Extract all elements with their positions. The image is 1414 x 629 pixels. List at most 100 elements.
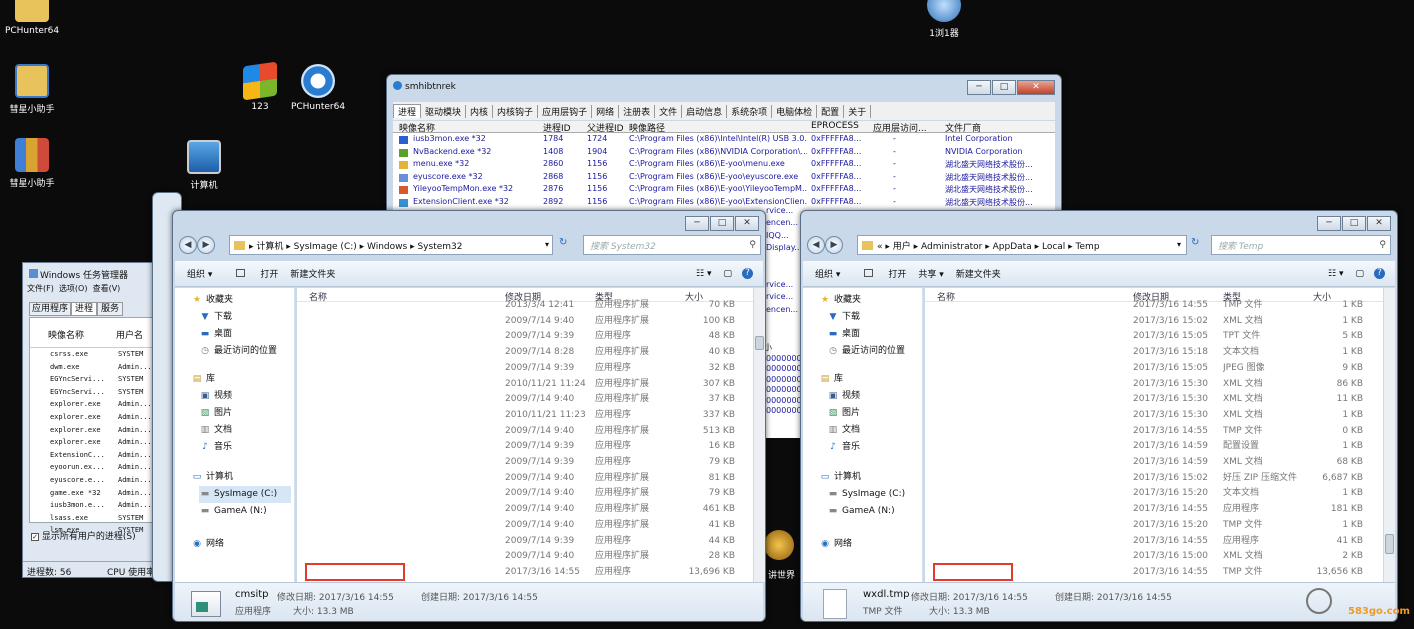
- nav-item[interactable]: ▣ 视频: [199, 388, 291, 405]
- nav-item[interactable]: ▤ 库: [191, 371, 291, 388]
- column-header[interactable]: 进程ID: [543, 121, 571, 134]
- tab-applications[interactable]: 应用程序: [29, 302, 72, 316]
- column-header[interactable]: 映像名称: [399, 121, 435, 134]
- nav-item[interactable]: ▥ 文档: [827, 422, 919, 439]
- organize-button[interactable]: 组织 ▾: [815, 267, 840, 280]
- desktop-icon-helper-archive[interactable]: 彗星小助手: [0, 138, 68, 189]
- nav-item[interactable]: ◷ 最近访问的位置: [199, 343, 291, 360]
- file-row[interactable]: cmlua.dll2009/7/14 9:40应用程序扩展41 KB: [297, 517, 753, 533]
- file-row[interactable]: wxdl.tmp2017/3/16 14:55TMP 文件13,656 KB: [925, 562, 1383, 581]
- maximize-button[interactable]: □: [1342, 216, 1366, 231]
- pchunter-tab[interactable]: 系统杂项: [727, 104, 773, 118]
- file-row[interactable]: J]$4NYHN{YD5YT2XEOQUQND2017/3/16 15:30XM…: [925, 407, 1383, 423]
- nav-item[interactable]: ▬ GameA (N:): [199, 503, 291, 520]
- pchunter-tab[interactable]: 启动信息: [682, 104, 728, 118]
- new-folder-button[interactable]: 新建文件夹: [290, 267, 335, 280]
- file-row[interactable]: QDW4H%F6_VD5)08_GARX46J2017/3/16 14:59XM…: [925, 454, 1383, 470]
- minimize-button[interactable]: ─: [685, 216, 709, 231]
- breadcrumb-separator-icon[interactable]: ▸: [883, 242, 893, 252]
- file-row[interactable]: PubwinClient2017/3/16 14:59配置设置1 KB: [925, 438, 1383, 454]
- process-row[interactable]: NvBackend.exe *32 1408 1904 C:\Program File…: [393, 147, 1055, 160]
- pchunter-tab[interactable]: 配置: [817, 104, 845, 118]
- file-row[interactable]: TaUKdY2017/3/16 14:55应用程序181 KB: [925, 501, 1383, 517]
- file-row[interactable]: cmifw.dll2009/7/14 9:40应用程序扩展79 KB: [297, 485, 753, 501]
- process-row[interactable]: iusb3mon.exe *32 1784 1724 C:\Program Files…: [393, 134, 1055, 147]
- process-row[interactable]: eyuscore.exe *32 2868 1156 C:\Program Files…: [393, 172, 1055, 185]
- open-button[interactable]: 打开: [852, 267, 906, 280]
- nav-item[interactable]: ▭ 计算机: [819, 469, 919, 486]
- file-row[interactable]: cliconfg.dll2009/7/14 9:40应用程序扩展100 KB: [297, 313, 753, 329]
- pchunter-tab[interactable]: 关于: [844, 104, 872, 118]
- file-row[interactable]: clusapi.dll2010/11/21 11:24应用程序扩展307 KB: [297, 376, 753, 392]
- nav-item[interactable]: ▥ 文档: [199, 422, 291, 439]
- file-row[interactable]: uopx2017/3/16 14:55应用程序41 KB: [925, 533, 1383, 549]
- close-button[interactable]: ✕: [1367, 216, 1391, 231]
- scrollbar[interactable]: [1383, 288, 1395, 582]
- help-icon[interactable]: ?: [742, 268, 753, 279]
- minimize-button[interactable]: ─: [967, 80, 991, 95]
- file-row[interactable]: B)AF)TEVITN{%52E)H~K[`C2017/3/16 15:02XM…: [925, 313, 1383, 329]
- breadcrumb-item[interactable]: Windows: [367, 242, 407, 252]
- nav-item[interactable]: ▬ SysImage (C:): [199, 486, 291, 503]
- process-row[interactable]: ExtensionClient.exe *32 2892 1156 C:\Progra…: [393, 197, 1055, 210]
- file-row[interactable]: TADInstaller.log2017/3/16 15:20文本文档1 KB: [925, 485, 1383, 501]
- scrollbar[interactable]: [753, 288, 765, 582]
- address-dropdown-icon[interactable]: ▾: [545, 240, 549, 249]
- breadcrumb-item[interactable]: System32: [417, 242, 462, 252]
- breadcrumb-item[interactable]: AppData: [993, 242, 1032, 252]
- breadcrumb-separator-icon[interactable]: ▸: [407, 242, 417, 252]
- task-manager-window[interactable]: Windows 任务管理器 文件(F) 选项(O) 查看(V) 应用程序 进程 服务…: [22, 262, 157, 578]
- nav-item[interactable]: ▼ 下载: [199, 309, 291, 326]
- desktop-icon-pchunter[interactable]: PCHunter64: [282, 64, 354, 112]
- column-header[interactable]: EPROCESS: [811, 121, 859, 131]
- file-row[interactable]: cmmon322009/7/14 9:39应用程序44 KB: [297, 533, 753, 549]
- nav-item[interactable]: ▬ 桌面: [199, 326, 291, 343]
- nav-item[interactable]: ★ 收藏夹: [819, 292, 919, 309]
- nav-item[interactable]: ▬ SysImage (C:): [827, 486, 919, 503]
- nav-item[interactable]: ▣ 视频: [827, 388, 919, 405]
- share-button[interactable]: 共享 ▾: [918, 267, 943, 280]
- breadcrumb-separator-icon[interactable]: ▸: [1032, 242, 1042, 252]
- pchunter-tab[interactable]: 文件: [655, 104, 683, 118]
- breadcrumb-separator-icon[interactable]: ▸: [1065, 242, 1075, 252]
- pchunter-tab[interactable]: 驱动模块: [421, 104, 467, 118]
- file-row[interactable]: cliconfg.rll2009/7/14 8:28应用程序扩展40 KB: [297, 344, 753, 360]
- nav-item[interactable]: ★ 收藏夹: [191, 292, 291, 309]
- nav-item[interactable]: ◷ 最近访问的位置: [827, 343, 919, 360]
- column-header[interactable]: 用户名: [116, 328, 143, 341]
- explorer-window-temp[interactable]: ─ □ ✕ ◀ ▶ « ▸ 用户 ▸ Administrator ▸ AppData…: [800, 210, 1398, 622]
- breadcrumb-item[interactable]: SysImage (C:): [294, 242, 357, 252]
- file-row[interactable]: cmpbk32.dll2009/7/14 9:40应用程序扩展28 KB: [297, 548, 753, 564]
- nav-item[interactable]: ◉ 网络: [819, 536, 919, 553]
- refresh-icon[interactable]: ↻: [559, 237, 567, 248]
- file-row[interactable]: TXStartUpdateLog.tmp2017/3/16 15:20TMP 文…: [925, 517, 1383, 533]
- pchunter-window[interactable]: smhibtnrek ─ □ ✕ 进程 驱动模块 内核 内核钩子 应用层钩子 网络 注册表 文件启…: [386, 74, 1062, 224]
- file-row[interactable]: cmdial32.dll2009/7/14 9:40应用程序扩展513 KB: [297, 423, 753, 439]
- nav-item[interactable]: ♪ 音乐: [827, 439, 919, 456]
- nav-item[interactable]: ▬ GameA (N:): [827, 503, 919, 520]
- file-row[interactable]: F3V1W$148JK_Q`)8{0U72)V2017/3/16 15:05JP…: [925, 360, 1383, 376]
- view-options-icon[interactable]: ☷ ▾: [696, 269, 711, 279]
- nav-item[interactable]: ▬ 桌面: [827, 326, 919, 343]
- forward-button[interactable]: ▶: [825, 236, 843, 254]
- address-dropdown-icon[interactable]: ▾: [1177, 240, 1181, 249]
- pchunter-tab[interactable]: 进程: [393, 104, 422, 118]
- pchunter-tab[interactable]: 网络: [592, 104, 620, 118]
- file-row[interactable]: cmcfg32.dll2009/7/14 9:40应用程序扩展37 KB: [297, 391, 753, 407]
- pchunter-tab[interactable]: 内核: [466, 104, 494, 118]
- pchunter-tab[interactable]: 应用层钩子: [538, 104, 593, 118]
- process-row[interactable]: menu.exe *32 2860 1156 C:\Program Files (x8…: [393, 159, 1055, 172]
- view-options-icon[interactable]: ☷ ▾: [1328, 269, 1343, 279]
- breadcrumb-separator-icon[interactable]: ▸: [357, 242, 367, 252]
- breadcrumb-item[interactable]: Administrator: [921, 242, 982, 252]
- game-icon[interactable]: [764, 530, 794, 560]
- pchunter-tab[interactable]: 内核钩子: [493, 104, 539, 118]
- search-input[interactable]: 搜索 Temp ⚲: [1211, 235, 1391, 255]
- address-bar[interactable]: « ▸ 用户 ▸ Administrator ▸ AppData ▸ Local…: [857, 235, 1187, 255]
- file-row[interactable]: compatiblcrer2017/3/16 15:18文本文档1 KB: [925, 344, 1383, 360]
- desktop-icon-helper-folder[interactable]: 彗星小助手: [0, 64, 68, 115]
- menu-options[interactable]: 选项(O): [59, 284, 88, 293]
- address-bar[interactable]: ▸ 计算机 ▸ SysImage (C:) ▸ Windows ▸ System…: [229, 235, 553, 255]
- back-button[interactable]: ◀: [807, 236, 825, 254]
- pchunter-tab[interactable]: 注册表: [619, 104, 656, 118]
